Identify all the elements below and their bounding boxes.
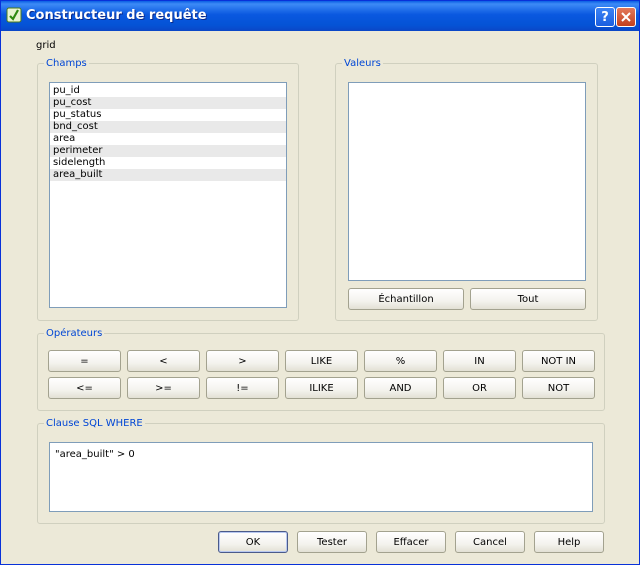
close-x-icon [621, 12, 631, 22]
clear-button[interactable]: Effacer [376, 531, 446, 553]
operator-button[interactable]: >= [127, 377, 200, 399]
field-item[interactable]: sidelength [50, 157, 286, 169]
operator-button[interactable]: AND [364, 377, 437, 399]
field-item[interactable]: area [50, 133, 286, 145]
help-title-button[interactable]: ? [595, 7, 615, 27]
operator-button[interactable]: NOT [522, 377, 595, 399]
sql-where-group-legend: Clause SQL WHERE [44, 417, 145, 430]
ok-button[interactable]: OK [218, 531, 288, 553]
operator-button[interactable]: <= [48, 377, 121, 399]
help-button[interactable]: Help [534, 531, 604, 553]
query-builder-window: Constructeur de requête ? grid Champs pu… [0, 0, 640, 565]
fields-group-legend: Champs [44, 57, 89, 70]
operator-button[interactable]: IN [443, 350, 516, 372]
field-item[interactable]: pu_id [50, 85, 286, 97]
field-item[interactable]: pu_cost [50, 97, 286, 109]
operators-group-legend: Opérateurs [44, 327, 105, 340]
field-item[interactable]: bnd_cost [50, 121, 286, 133]
sql-where-text: "area_built" > 0 [55, 449, 135, 460]
qgis-app-icon [6, 7, 22, 23]
values-group-legend: Valeurs [342, 57, 383, 70]
operator-button[interactable]: != [206, 377, 279, 399]
layer-name-label: grid [36, 40, 56, 51]
operator-button[interactable]: > [206, 350, 279, 372]
window-title: Constructeur de requête [26, 8, 207, 23]
all-button[interactable]: Tout [470, 288, 586, 310]
operators-group: Opérateurs [37, 327, 605, 411]
test-button[interactable]: Tester [297, 531, 367, 553]
sql-where-textarea[interactable]: "area_built" > 0 [49, 442, 593, 512]
operator-button[interactable]: LIKE [285, 350, 358, 372]
operator-button[interactable]: ILIKE [285, 377, 358, 399]
field-item[interactable]: pu_status [50, 109, 286, 121]
field-item[interactable]: perimeter [50, 145, 286, 157]
operator-button[interactable]: NOT IN [522, 350, 595, 372]
close-title-button[interactable] [616, 7, 636, 27]
field-item[interactable]: area_built [50, 169, 286, 181]
operator-button[interactable]: OR [443, 377, 516, 399]
title-bar[interactable]: Constructeur de requête ? [1, 1, 639, 31]
operator-button[interactable]: % [364, 350, 437, 372]
values-list[interactable] [348, 82, 586, 281]
question-mark-icon: ? [601, 9, 609, 25]
operator-button[interactable]: = [48, 350, 121, 372]
operator-button[interactable]: < [127, 350, 200, 372]
sample-button[interactable]: Échantillon [348, 288, 464, 310]
cancel-button[interactable]: Cancel [455, 531, 525, 553]
fields-list[interactable]: pu_id pu_cost pu_status bnd_cost area perimet… [49, 82, 287, 308]
